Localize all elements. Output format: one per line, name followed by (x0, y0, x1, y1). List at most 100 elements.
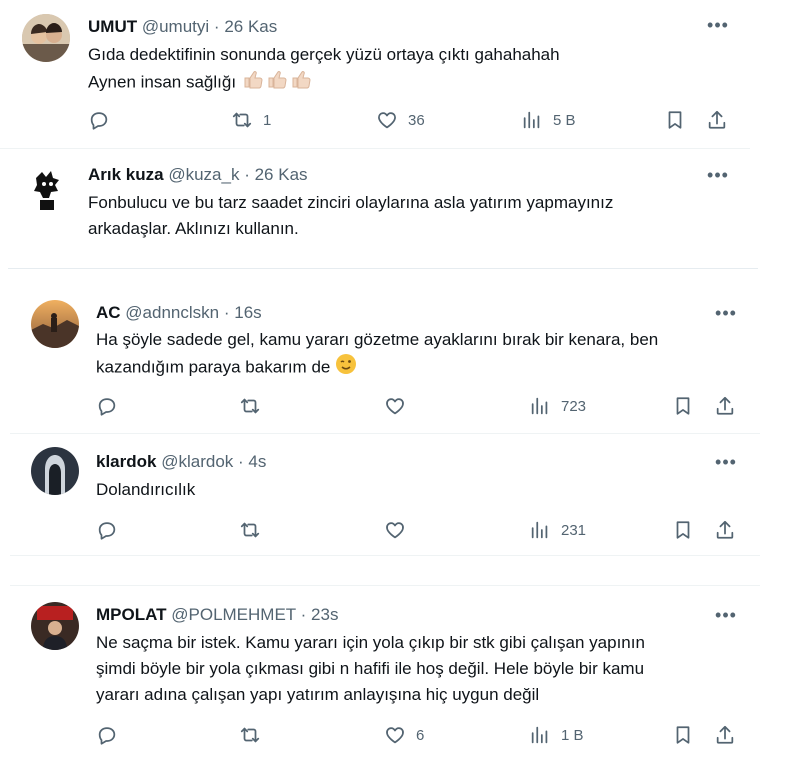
separator-dot: · (223, 303, 230, 322)
like-count: 6 (416, 726, 425, 744)
views-button[interactable]: 231 (529, 518, 586, 542)
tweet-text-line: Ha şöyle sadede gel, kamu yararı gözetme… (96, 330, 659, 349)
retweet-icon (240, 522, 260, 538)
retweet-button[interactable] (239, 723, 261, 747)
tweet-ac[interactable]: AC @adnnclskn · 16s ••• Ha şöyle sadede … (0, 288, 786, 428)
timestamp[interactable]: 26 Kas (224, 17, 277, 36)
reply-icon (98, 727, 116, 745)
tweet-arik-kuza[interactable]: Arık kuza @kuza_k · 26 Kas ••• Fonbulucu… (0, 150, 786, 265)
share-button[interactable] (714, 394, 736, 418)
tweet-header: AC @adnnclskn · 16s (96, 302, 262, 324)
tweet-text-line: yararı adına çalışan yapı yatırım anlayı… (96, 685, 540, 704)
tweet-text-line: şimdi böyle bir yola çıkması gibi n hafi… (96, 659, 645, 678)
like-icon (386, 522, 404, 539)
bookmark-button[interactable] (664, 108, 686, 132)
like-count: 36 (408, 111, 425, 129)
tweet-mpolat[interactable]: MPOLAT @POLMEHMET · 23s ••• Ne saçma bir… (0, 590, 786, 763)
tweet-text: Ne saçma bir istek. Kamu yararı için yol… (96, 630, 645, 708)
views-button[interactable]: 5 B (521, 108, 576, 132)
timestamp[interactable]: 26 Kas (255, 165, 308, 184)
retweet-button[interactable]: 1 (231, 108, 271, 132)
views-button[interactable]: 723 (529, 394, 586, 418)
bookmark-button[interactable] (672, 723, 694, 747)
like-button[interactable]: 36 (376, 108, 425, 132)
like-button[interactable] (384, 394, 406, 418)
like-button[interactable] (384, 518, 406, 542)
view-count: 723 (561, 397, 587, 415)
author-handle[interactable]: @klardok (161, 452, 233, 471)
share-icon (708, 110, 726, 129)
share-button[interactable] (706, 108, 728, 132)
views-icon (523, 111, 540, 129)
separator-dot: · (300, 605, 307, 624)
tweet-text-line: Ne saçma bir istek. Kamu yararı için yol… (96, 633, 645, 652)
reply-button[interactable] (88, 108, 110, 132)
author-handle[interactable]: @adnnclskn (125, 303, 219, 322)
more-options-button[interactable]: ••• (714, 304, 738, 326)
share-button[interactable] (714, 518, 736, 542)
author-name[interactable]: AC (96, 303, 121, 322)
tweet-text-line: Dolandırıcılık (96, 480, 196, 499)
like-icon (386, 727, 404, 744)
separator-dot: · (213, 17, 220, 36)
tweet-umut[interactable]: UMUT @umutyi · 26 Kas ••• Gıda dedektifi… (0, 0, 786, 148)
avatar[interactable] (31, 300, 79, 348)
reply-button[interactable] (96, 394, 118, 418)
avatar[interactable] (22, 164, 70, 212)
tweet-header: Arık kuza @kuza_k · 26 Kas (88, 164, 308, 186)
more-options-button[interactable]: ••• (714, 453, 738, 475)
author-name[interactable]: klardok (96, 452, 156, 471)
bookmark-icon (676, 397, 690, 415)
timestamp[interactable]: 16s (234, 303, 261, 322)
avatar[interactable] (31, 602, 79, 650)
views-button[interactable]: 1 B (529, 723, 584, 747)
tweet-text-line: Aynen insan sağlığı (88, 72, 237, 92)
avatar[interactable] (22, 14, 70, 62)
retweet-button[interactable] (239, 518, 261, 542)
action-bar: 6 1 B (96, 723, 746, 747)
like-button[interactable]: 6 (384, 723, 424, 747)
bookmark-button[interactable] (672, 518, 694, 542)
divider (10, 555, 760, 556)
tweet-text-line: Gıda dedektifinin sonunda gerçek yüzü or… (88, 45, 560, 64)
tweet-header: klardok @klardok · 4s (96, 451, 266, 473)
separator-dot: · (238, 452, 244, 471)
action-bar: 723 (96, 394, 746, 418)
more-options-button[interactable]: ••• (714, 606, 738, 628)
tweet-text-line: Fonbulucu ve bu tarz saadet zinciri olay… (88, 193, 614, 212)
views-icon (531, 726, 548, 744)
action-bar: 1 36 5 B (88, 108, 738, 132)
retweet-button[interactable] (239, 394, 261, 418)
tweet-klardok[interactable]: klardok @klardok · 4s ••• Dolandırıcılık… (0, 435, 786, 555)
more-options-button[interactable]: ••• (706, 16, 730, 38)
share-button[interactable] (714, 723, 736, 747)
author-handle[interactable]: @umutyi (142, 17, 209, 36)
avatar[interactable] (31, 447, 79, 495)
timestamp[interactable]: 23s (311, 605, 338, 624)
retweet-count: 1 (263, 111, 272, 129)
author-handle[interactable]: @POLMEHMET (171, 605, 296, 624)
share-icon (716, 725, 734, 744)
tweet-text: Gıda dedektifinin sonunda gerçek yüzü or… (88, 42, 560, 98)
reply-button[interactable] (96, 518, 118, 542)
tweet-header: MPOLAT @POLMEHMET · 23s (96, 604, 338, 626)
author-handle[interactable]: @kuza_k (168, 165, 239, 184)
bookmark-button[interactable] (672, 394, 694, 418)
view-count: 1 B (561, 726, 584, 744)
bookmark-icon (668, 111, 682, 129)
retweet-icon (240, 398, 260, 414)
timestamp[interactable]: 4s (248, 452, 266, 471)
winking-face-emoji (335, 353, 357, 383)
reply-icon (90, 112, 108, 130)
divider (10, 585, 760, 586)
author-name[interactable]: UMUT (88, 17, 137, 36)
views-icon (531, 397, 548, 415)
retweet-icon (232, 112, 252, 128)
author-name[interactable]: Arık kuza (88, 165, 164, 184)
share-icon (716, 520, 734, 539)
reply-button[interactable] (96, 723, 118, 747)
author-name[interactable]: MPOLAT (96, 605, 167, 624)
more-options-button[interactable]: ••• (706, 166, 730, 188)
tweet-text: Ha şöyle sadede gel, kamu yararı gözetme… (96, 327, 658, 383)
tweet-text-line: kazandığım paraya bakarım de (96, 357, 331, 377)
